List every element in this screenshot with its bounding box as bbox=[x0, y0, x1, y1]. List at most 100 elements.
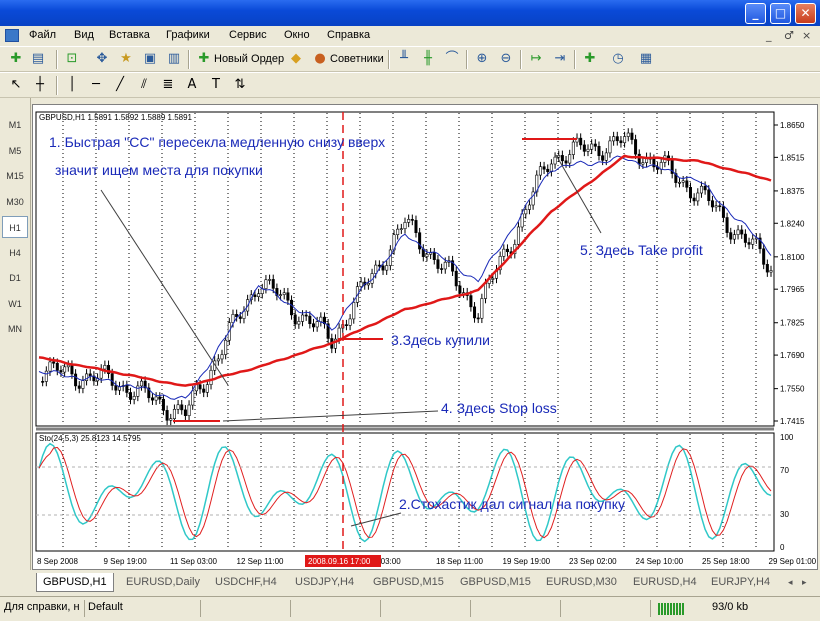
price-chart[interactable]: 1.8650 1.8515 1.8375 1.8240 1.8100 1.7965 1.78… bbox=[33, 105, 817, 569]
new-order-icon[interactable]: ✚ bbox=[196, 51, 212, 67]
stochastic-axis-label: 30 bbox=[780, 510, 789, 519]
mdi-minimize-button[interactable]: _ bbox=[766, 29, 772, 42]
candle-body bbox=[484, 283, 488, 299]
menu-window[interactable]: Окно bbox=[284, 29, 310, 41]
timeframe-m15[interactable]: M15 bbox=[2, 165, 28, 187]
menu-file[interactable]: Файл bbox=[29, 29, 56, 41]
mdi-restore-button[interactable]: ♂ bbox=[784, 29, 794, 42]
new-order-button[interactable]: Новый Ордер bbox=[214, 53, 284, 65]
new-chart-icon[interactable]: ✚ bbox=[8, 51, 24, 67]
candle-body bbox=[473, 306, 477, 319]
candle-body bbox=[44, 370, 48, 382]
auto-scroll-icon[interactable]: ↦ bbox=[528, 51, 544, 67]
tab-usdjpy-h4[interactable]: USDJPY,H4 bbox=[295, 573, 354, 592]
expert-advisors-button[interactable]: Советники bbox=[330, 53, 384, 65]
time-axis-label: 24 Sep 10:00 bbox=[636, 557, 684, 566]
line-chart-icon[interactable]: ⌒ bbox=[444, 51, 460, 67]
chart-app-icon bbox=[5, 29, 19, 42]
candle-body bbox=[74, 373, 78, 387]
vertical-line-icon[interactable]: │ bbox=[64, 77, 80, 93]
candle-body bbox=[425, 253, 429, 257]
menu-insert[interactable]: Вставка bbox=[109, 29, 150, 41]
candle-body bbox=[604, 152, 608, 161]
timeframe-m30[interactable]: M30 bbox=[2, 191, 28, 213]
arrows-icon[interactable]: ⇅ bbox=[232, 77, 248, 93]
tab-eurusd-daily[interactable]: EURUSD,Daily bbox=[126, 573, 200, 592]
candlestick-icon[interactable]: ╫ bbox=[420, 51, 436, 67]
stochastic-axis-label: 100 bbox=[780, 433, 794, 442]
favorites-icon[interactable]: ★ bbox=[118, 51, 134, 67]
menu-help[interactable]: Справка bbox=[327, 29, 370, 41]
text-label-icon[interactable]: T bbox=[208, 77, 224, 93]
candle-body bbox=[516, 226, 520, 245]
time-axis-label: 18 Sep 11:00 bbox=[436, 557, 484, 566]
candle-body bbox=[183, 409, 187, 416]
candle-body bbox=[582, 144, 586, 152]
horizontal-line-icon[interactable]: ─ bbox=[88, 77, 104, 93]
indicators-icon[interactable]: ✚ bbox=[582, 51, 598, 67]
tab-usdchf-h4[interactable]: USDCHF,H4 bbox=[215, 573, 277, 592]
tab-gbpusd-h1[interactable]: GBPUSD,H1 bbox=[36, 573, 114, 592]
templates-icon[interactable]: ▦ bbox=[638, 51, 654, 67]
tab-gbpusd-m15-b[interactable]: GBPUSD,M15 bbox=[460, 573, 531, 592]
candle-body bbox=[396, 228, 400, 236]
candle-body bbox=[224, 339, 228, 355]
price-axis-label: 1.8650 bbox=[780, 121, 805, 130]
candle-body bbox=[41, 381, 45, 383]
timeframe-w1[interactable]: W1 bbox=[2, 293, 28, 315]
navigator-icon[interactable]: ✥ bbox=[94, 51, 110, 67]
candle-body bbox=[377, 264, 381, 267]
tabs-scroll-left-icon[interactable]: ◂ bbox=[788, 573, 793, 592]
maximize-button[interactable]: □ bbox=[770, 3, 791, 24]
crosshair-icon[interactable]: ┼ bbox=[32, 77, 48, 93]
text-tool-icon[interactable]: A bbox=[184, 77, 200, 93]
candle-body bbox=[286, 292, 290, 301]
candle-body bbox=[736, 229, 740, 235]
close-button[interactable]: ✕ bbox=[795, 3, 816, 24]
equidistant-channel-icon[interactable]: ⫽ bbox=[136, 77, 152, 93]
menu-charts[interactable]: Графики bbox=[166, 29, 210, 41]
trendline-icon[interactable]: ╱ bbox=[112, 77, 128, 93]
tab-gbpusd-m15-a[interactable]: GBPUSD,M15 bbox=[373, 573, 444, 592]
timeframe-h4[interactable]: H4 bbox=[2, 242, 28, 264]
candle-body bbox=[158, 396, 162, 400]
minimize-button[interactable]: _ bbox=[745, 3, 766, 24]
tab-eurusd-m30[interactable]: EURUSD,M30 bbox=[546, 573, 617, 592]
candle-body bbox=[293, 314, 297, 325]
periods-icon[interactable]: ◷ bbox=[610, 51, 626, 67]
chart-window[interactable]: 1.8650 1.8515 1.8375 1.8240 1.8100 1.7965 1.78… bbox=[32, 104, 818, 570]
candle-body bbox=[180, 404, 184, 411]
timeframe-d1[interactable]: D1 bbox=[2, 267, 28, 289]
candle-body bbox=[440, 268, 444, 270]
fibonacci-icon[interactable]: ≣ bbox=[160, 77, 176, 93]
tab-eurusd-h4[interactable]: EURUSD,H4 bbox=[633, 573, 697, 592]
chart-shift-icon[interactable]: ⇥ bbox=[552, 51, 568, 67]
timeframe-mn[interactable]: MN bbox=[2, 318, 28, 340]
zoom-in-icon[interactable]: ⊕ bbox=[474, 51, 490, 67]
candle-body bbox=[560, 155, 564, 162]
terminal-icon[interactable]: ▣ bbox=[142, 51, 158, 67]
time-axis-label: 12 Sep 11:00 bbox=[237, 557, 285, 566]
menu-view[interactable]: Вид bbox=[74, 29, 94, 41]
tab-eurjpy-h4[interactable]: EURJPY,H4 bbox=[711, 573, 770, 592]
timeframe-m1[interactable]: M1 bbox=[2, 114, 28, 136]
time-axis-label: 29 Sep 01:00 bbox=[769, 557, 817, 566]
status-traffic: 93/0 kb bbox=[712, 601, 749, 613]
candle-body bbox=[52, 361, 56, 364]
expert-advisors-icon[interactable]: ● bbox=[312, 51, 328, 67]
mdi-close-button[interactable]: × bbox=[802, 29, 811, 42]
tester-icon[interactable]: ▥ bbox=[166, 51, 182, 67]
candle-body bbox=[311, 323, 315, 328]
tabs-scroll-right-icon[interactable]: ▸ bbox=[802, 573, 807, 592]
profiles-icon[interactable]: ▤ bbox=[30, 51, 46, 67]
bar-chart-icon[interactable]: ╨ bbox=[396, 51, 412, 67]
metaeditor-icon[interactable]: ◆ bbox=[288, 51, 304, 67]
timeframe-h1[interactable]: H1 bbox=[2, 216, 28, 238]
chart-tabs-bar: GBPUSD,H1 EURUSD,Daily USDCHF,H4 USDJPY,… bbox=[0, 570, 820, 594]
menu-tools[interactable]: Сервис bbox=[229, 29, 267, 41]
market-watch-icon[interactable]: ⊡ bbox=[64, 51, 80, 67]
annotation-1-line1: 1. Быстрая "СС" пересекла медленную сниз… bbox=[49, 134, 385, 150]
cursor-icon[interactable]: ↖ bbox=[8, 77, 24, 93]
zoom-out-icon[interactable]: ⊖ bbox=[498, 51, 514, 67]
timeframe-m5[interactable]: M5 bbox=[2, 140, 28, 162]
